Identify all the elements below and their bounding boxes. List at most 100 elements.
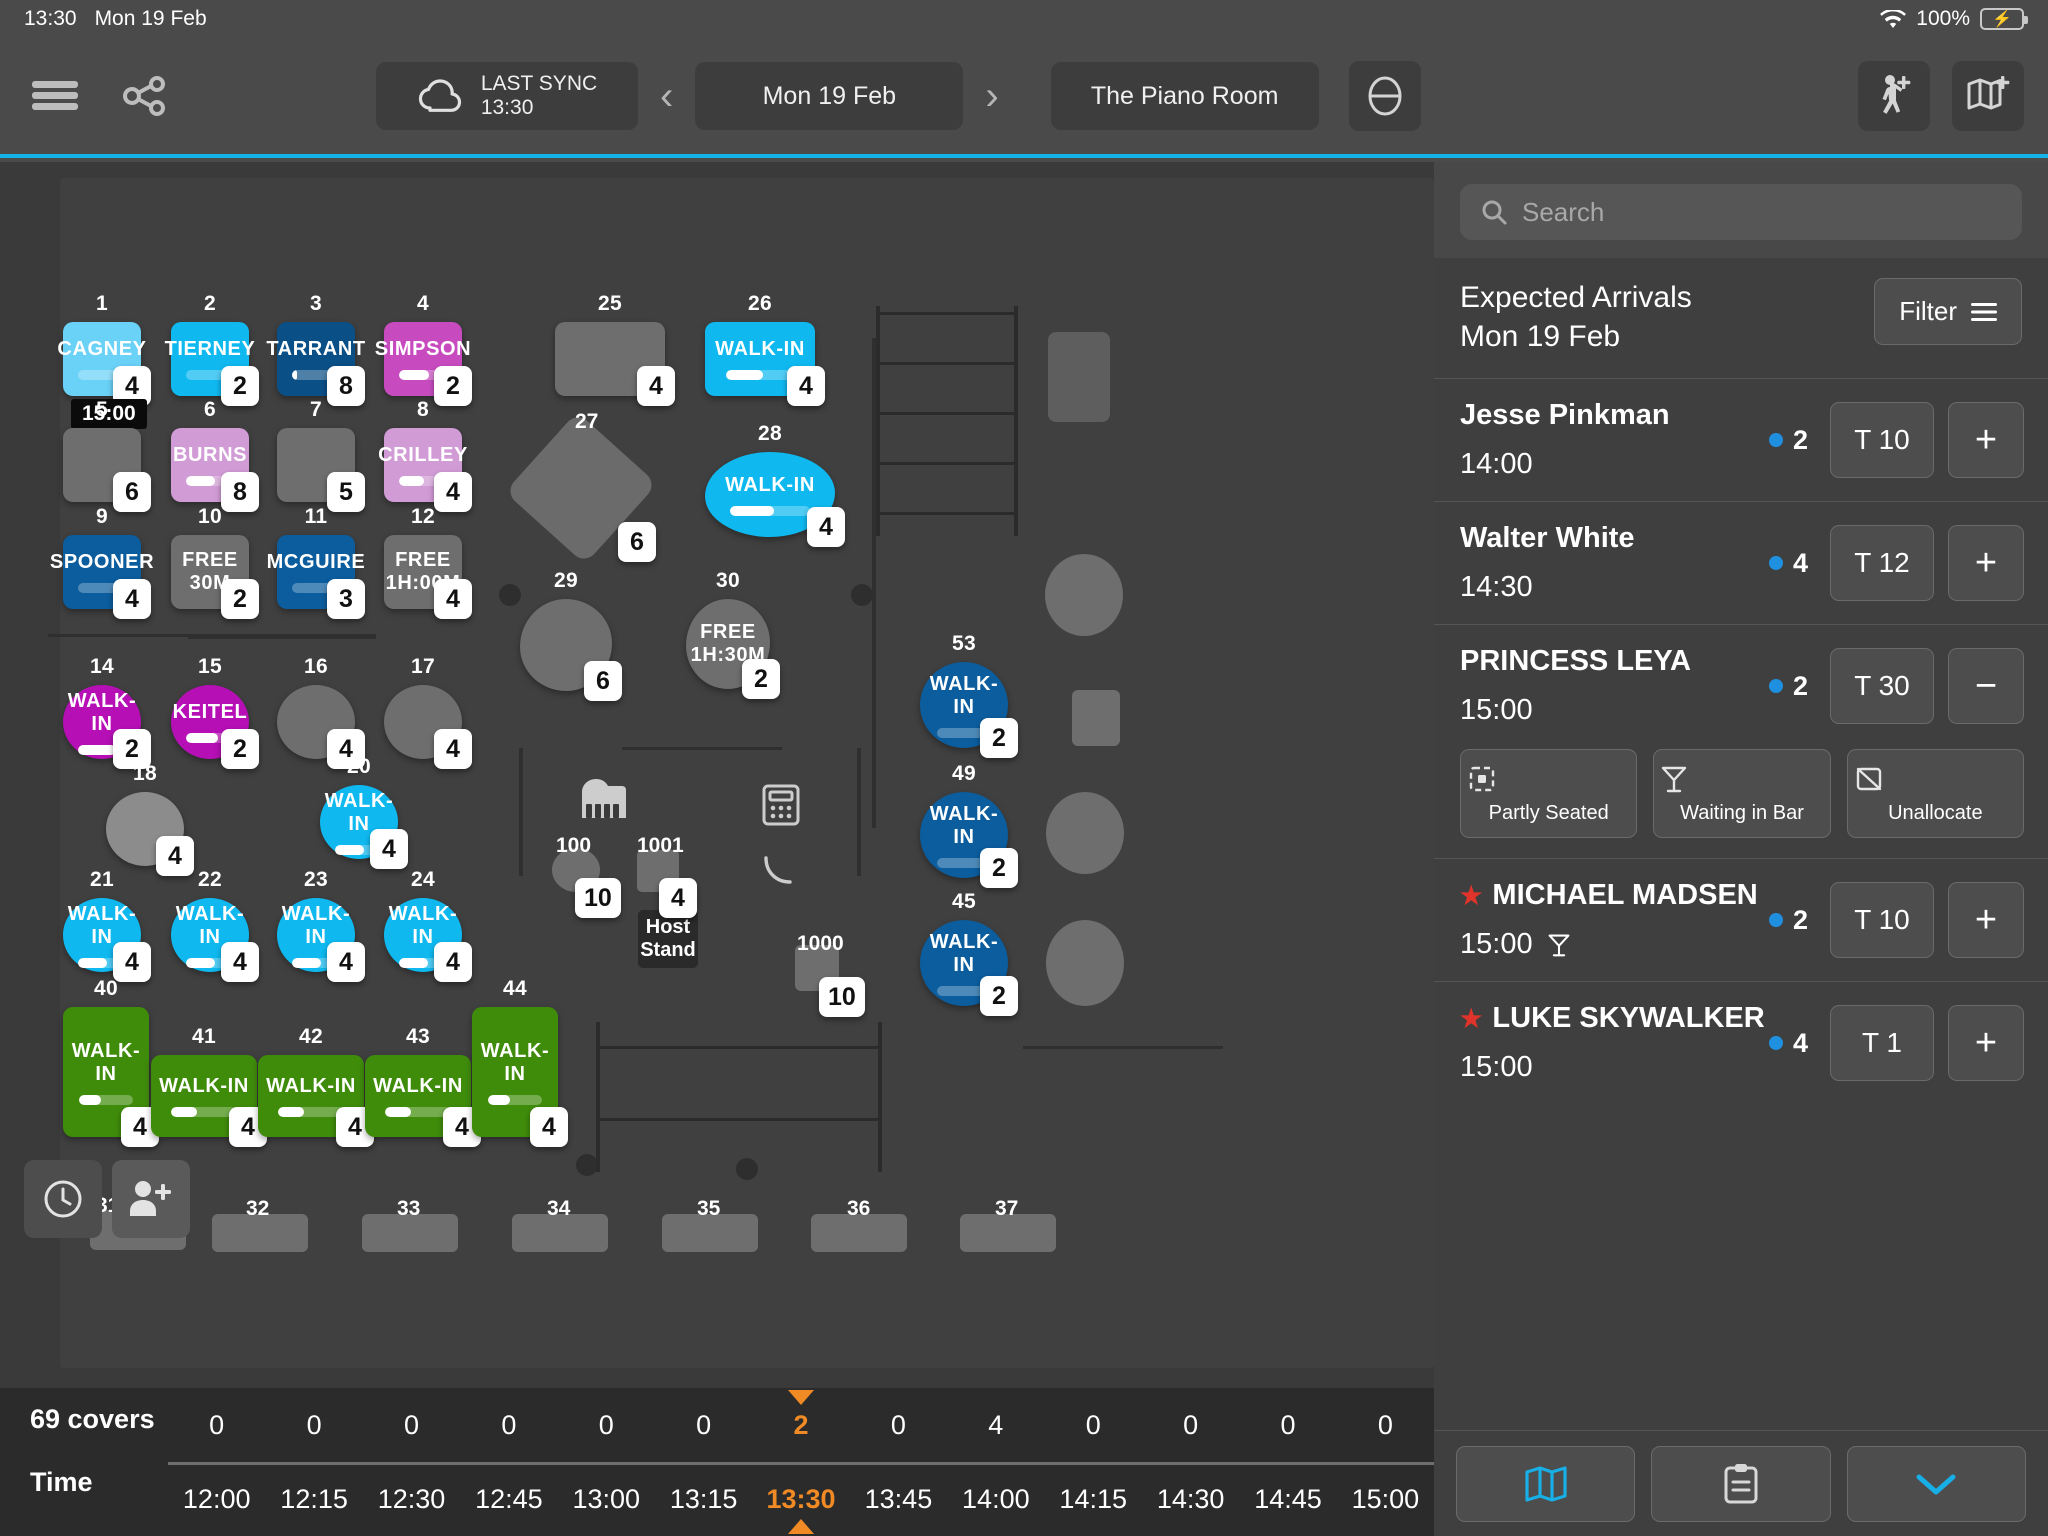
- table-21[interactable]: 21 WALK-IN 4: [63, 868, 151, 982]
- block-table-button[interactable]: [1348, 61, 1421, 131]
- table-shape[interactable]: WALK-IN 2: [920, 920, 1018, 1016]
- arrival-list-item[interactable]: PRINCESS LEYA 15:00 2 T 30− Partly Seated Wai…: [1434, 624, 2048, 858]
- timeline-grid[interactable]: 0000002040000 12:00 12:15 12:30 12:45 13:00 1…: [168, 1388, 1434, 1536]
- timeline-time-cell[interactable]: 13:45: [850, 1484, 947, 1515]
- expand-arrival-button[interactable]: +: [1948, 882, 2024, 958]
- table-20[interactable]: 20 WALK-IN 4: [320, 755, 408, 869]
- table-shape[interactable]: 4: [106, 792, 194, 876]
- table-6[interactable]: 6 BURNS 8: [171, 398, 259, 512]
- table-18[interactable]: 18 4: [106, 762, 194, 876]
- timeline-time-cell[interactable]: 12:15: [265, 1484, 362, 1515]
- table-4[interactable]: 4 SIMPSON 2: [375, 292, 472, 406]
- table-40[interactable]: 40 WALK-IN 4: [63, 977, 159, 1147]
- table-shape[interactable]: WALK-IN 2: [920, 662, 1018, 758]
- table-3[interactable]: 3 TARRANT 8: [266, 292, 365, 406]
- arrival-table-button[interactable]: T 12: [1830, 525, 1934, 601]
- table-shape[interactable]: WALK-IN 4: [384, 898, 472, 982]
- table-5[interactable]: 56: [63, 398, 151, 512]
- table-9[interactable]: 9 SPOONER 4: [50, 505, 154, 619]
- table-26[interactable]: 26 WALK-IN 4: [705, 292, 825, 406]
- table-16[interactable]: 16 4: [277, 655, 365, 769]
- add-walkin-button[interactable]: [1858, 61, 1930, 131]
- table-45[interactable]: 45 WALK-IN 2: [920, 890, 1018, 1016]
- table-shape[interactable]: TARRANT 8: [266, 322, 365, 406]
- arrival-table-button[interactable]: T 10: [1830, 402, 1934, 478]
- next-day-button[interactable]: ›: [963, 62, 1020, 130]
- timeline-time-cell[interactable]: 12:45: [460, 1484, 557, 1515]
- table-12[interactable]: 12 FREE 1H:00M 4: [384, 505, 472, 619]
- timeline-time-cell[interactable]: 14:00: [947, 1484, 1044, 1515]
- last-sync-button[interactable]: LAST SYNC 13:30: [376, 62, 638, 130]
- table-shape[interactable]: BURNS 8: [171, 428, 259, 512]
- table-shape[interactable]: SPOONER 4: [50, 535, 154, 619]
- table-7[interactable]: 75: [277, 398, 365, 512]
- table-shape[interactable]: WALK-IN 4: [171, 898, 259, 982]
- collapse-panel-button[interactable]: [1846, 1445, 2026, 1522]
- prev-day-button[interactable]: ‹: [638, 62, 695, 130]
- timeline-time-cell[interactable]: 12:00: [168, 1484, 265, 1515]
- table-shape[interactable]: 6: [520, 599, 622, 701]
- clock-icon-button[interactable]: [24, 1160, 102, 1238]
- room-selector-button[interactable]: The Piano Room: [1050, 62, 1319, 130]
- table-44[interactable]: 44 WALK-IN 4: [472, 977, 568, 1147]
- table-15[interactable]: 15 KEITEL 2: [171, 655, 259, 769]
- arrival-table-button[interactable]: T 1: [1830, 1005, 1934, 1081]
- table-shape[interactable]: FREE 30M 2: [171, 535, 259, 619]
- table-side-shape[interactable]: [1045, 554, 1123, 636]
- arrivals-list[interactable]: Jesse Pinkman 14:00 2 T 10 + Walter White 14:3…: [1434, 378, 2048, 1430]
- table-28[interactable]: 28 WALK-IN 4: [705, 422, 845, 547]
- arrival-action-unallocate[interactable]: Unallocate: [1846, 749, 2024, 838]
- table-side-shape[interactable]: [1072, 690, 1120, 746]
- hamburger-menu-icon[interactable]: [24, 65, 86, 127]
- list-view-button[interactable]: [1651, 1445, 1831, 1522]
- table-shape[interactable]: 5: [277, 428, 365, 512]
- timeline-time-cell[interactable]: 13:00: [558, 1484, 655, 1515]
- table-22[interactable]: 22 WALK-IN 4: [171, 868, 259, 982]
- date-selector-button[interactable]: Mon 19 Feb: [695, 62, 964, 130]
- expand-arrival-button[interactable]: +: [1948, 1005, 2024, 1081]
- table-side-shape[interactable]: [1046, 920, 1124, 1006]
- floorplan-canvas[interactable]: Host Stand 1 CAGNEY 4 15:00 2 TIERNEY 2 3 TARRAN…: [0, 162, 1434, 1388]
- table-shape[interactable]: WALK-IN 4: [63, 898, 151, 982]
- table-shape[interactable]: WALK-IN 4: [320, 785, 408, 869]
- arrival-action-partly-seated[interactable]: Partly Seated: [1460, 749, 1638, 838]
- filter-button[interactable]: Filter: [1874, 278, 2022, 345]
- timeline-time-cell[interactable]: 13:15: [655, 1484, 752, 1515]
- table-side-shape[interactable]: [1046, 792, 1124, 874]
- host-stand[interactable]: Host Stand: [638, 910, 698, 968]
- table-41[interactable]: 41 WALK-IN 4: [151, 1025, 267, 1147]
- arrival-action-waiting-in-bar[interactable]: Waiting in Bar: [1653, 749, 1831, 838]
- expand-arrival-button[interactable]: +: [1948, 402, 2024, 478]
- table-shape[interactable]: CAGNEY 4: [57, 322, 151, 406]
- timeline-bar[interactable]: 69 covers Time 0000002040000 12:00 12:15 1…: [0, 1388, 1434, 1536]
- table-shape[interactable]: 4: [384, 685, 472, 769]
- table-shape[interactable]: WALK-IN 2: [920, 792, 1018, 888]
- arrival-table-button[interactable]: T 30: [1830, 648, 1934, 724]
- timeline-time-cell[interactable]: 13:30: [752, 1484, 849, 1515]
- table-shape[interactable]: CRILLEY 4: [378, 428, 472, 512]
- arrival-list-item[interactable]: ★ MICHAEL MADSEN 15:00 2 T 10 +: [1434, 858, 2048, 981]
- table-shape[interactable]: 6: [63, 428, 151, 512]
- table-shape[interactable]: WALK-IN 2: [63, 685, 151, 769]
- table-shape[interactable]: WALK-IN 4: [258, 1055, 374, 1147]
- table-53[interactable]: 53 WALK-IN 2: [920, 632, 1018, 758]
- table-shape[interactable]: WALK-IN 4: [365, 1055, 481, 1147]
- table-17[interactable]: 17 4: [384, 655, 472, 769]
- table-23[interactable]: 23 WALK-IN 4: [277, 868, 365, 982]
- table-43[interactable]: 43 WALK-IN 4: [365, 1025, 481, 1147]
- table-14[interactable]: 14 WALK-IN 2: [63, 655, 151, 769]
- collapse-arrival-button[interactable]: −: [1948, 648, 2024, 724]
- search-input[interactable]: Search: [1460, 184, 2022, 240]
- arrival-list-item[interactable]: Jesse Pinkman 14:00 2 T 10 +: [1434, 378, 2048, 501]
- table-side-shape[interactable]: [1048, 332, 1110, 422]
- arrival-list-item[interactable]: Walter White 14:30 4 T 12 +: [1434, 501, 2048, 624]
- table-shape[interactable]: WALK-IN 4: [472, 1007, 568, 1147]
- add-person-icon-button[interactable]: [112, 1160, 190, 1238]
- table-shape[interactable]: WALK-IN 4: [63, 1007, 159, 1147]
- share-nodes-icon[interactable]: [114, 65, 176, 127]
- table-2[interactable]: 2 TIERNEY 2: [165, 292, 259, 406]
- arrival-list-item[interactable]: ★ LUKE SKYWALKER 15:00 4 T 1 +: [1434, 981, 2048, 1104]
- table-24[interactable]: 24 WALK-IN 4: [384, 868, 472, 982]
- table-shape[interactable]: 4: [555, 322, 675, 406]
- table-42[interactable]: 42 WALK-IN 4: [258, 1025, 374, 1147]
